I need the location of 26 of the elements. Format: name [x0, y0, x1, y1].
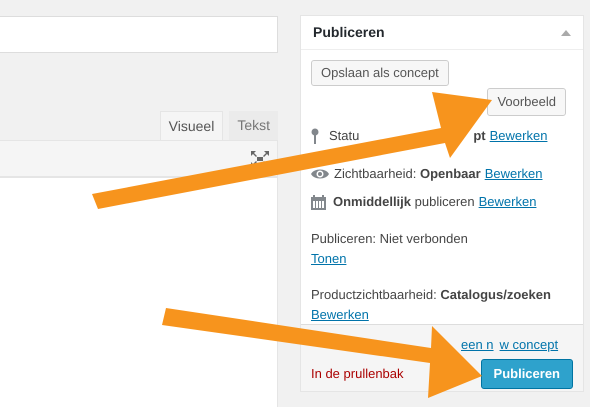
calendar-icon: [311, 194, 326, 210]
status-value: pt: [473, 127, 486, 146]
edit-link[interactable]: Bewerken: [484, 164, 542, 184]
editor-tab[interactable]: Tekst: [229, 111, 278, 140]
editor-area[interactable]: [0, 177, 278, 407]
preview-button[interactable]: Voorbeeld: [487, 88, 566, 116]
status-label: Statu: [329, 127, 360, 146]
product-visibility-text: Productzichtbaarheid: Catalogus/zoeken: [311, 286, 552, 304]
copy-draft-link[interactable]: w concept: [500, 335, 558, 354]
eye-icon: [311, 168, 329, 180]
pin-icon: [311, 128, 319, 144]
visibility-text: Zichtbaarheid: Openbaar: [334, 165, 481, 184]
publicize-status: Publiceren: Niet verbonden: [311, 230, 469, 248]
publish-button[interactable]: Publiceren: [480, 359, 573, 390]
show-link[interactable]: Tonen: [311, 248, 346, 268]
edit-link[interactable]: Bewerken: [490, 126, 548, 146]
panel-title: Publiceren: [313, 23, 385, 42]
editor-tab[interactable]: Visueel: [160, 111, 224, 141]
edit-link[interactable]: Bewerken: [478, 192, 536, 212]
save-draft-button[interactable]: Opslaan als concept: [311, 60, 449, 86]
edit-link[interactable]: Bewerken: [311, 304, 369, 324]
collapse-icon[interactable]: [561, 30, 571, 36]
schedule-text: Onmiddellijk publiceren: [333, 193, 475, 212]
title-field[interactable]: [0, 16, 278, 53]
copy-draft-link[interactable]: een n: [461, 335, 494, 354]
trash-link[interactable]: In de prullenbak: [311, 364, 404, 384]
